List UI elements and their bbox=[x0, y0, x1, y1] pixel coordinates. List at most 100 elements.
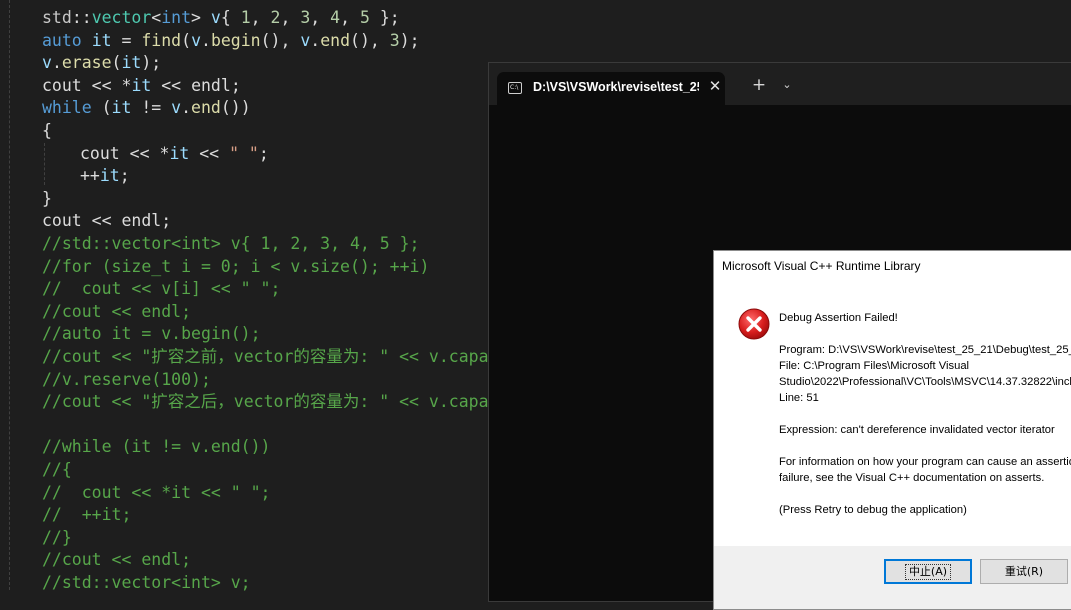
code-token: << bbox=[119, 143, 160, 163]
code-token: vector bbox=[91, 8, 152, 27]
code-token: . bbox=[181, 98, 192, 118]
code-token: std bbox=[42, 8, 72, 27]
expression-text: Expression: can't dereference invalidate… bbox=[779, 424, 1055, 436]
code-token: it bbox=[131, 75, 152, 95]
terminal-icon: C:\ bbox=[508, 82, 522, 94]
retry-button[interactable]: 重试(R) bbox=[980, 559, 1068, 584]
code-token: ( bbox=[91, 98, 112, 118]
code-token: cout bbox=[42, 211, 82, 231]
code-token: ++ bbox=[80, 166, 100, 186]
abort-button[interactable]: 中止(A) bbox=[884, 559, 972, 584]
code-token: . bbox=[51, 53, 62, 73]
indent-guide-inner bbox=[44, 143, 45, 185]
code-line: //cout << endl; bbox=[42, 301, 191, 324]
code-token: * bbox=[121, 75, 132, 95]
code-token: //v.reserve(100); bbox=[42, 369, 211, 389]
code-token: // cout << *it << " "; bbox=[42, 482, 271, 502]
chevron-down-icon[interactable]: ⌄ bbox=[777, 75, 797, 95]
code-token: v bbox=[42, 53, 52, 73]
line-number: Line: 51 bbox=[779, 392, 819, 404]
code-token: , bbox=[310, 8, 331, 27]
code-token: << bbox=[151, 75, 192, 95]
code-token: ; bbox=[161, 211, 172, 231]
code-token: 2 bbox=[270, 8, 281, 27]
code-line: { bbox=[42, 120, 52, 143]
code-token: * bbox=[159, 143, 170, 163]
code-token: { bbox=[42, 121, 52, 140]
code-token: //while (it != v.end()) bbox=[42, 437, 271, 457]
program-path: Program: D:\VS\VSWork\revise\test_25_21\… bbox=[779, 344, 1071, 356]
code-token: != bbox=[131, 98, 172, 118]
indent-guide bbox=[9, 0, 10, 590]
new-tab-icon[interactable]: + bbox=[749, 75, 769, 95]
code-line: //cout << "扩容之后，vector的容量为: " << v.capa bbox=[42, 391, 489, 414]
error-icon bbox=[738, 308, 770, 340]
code-token: ); bbox=[141, 53, 162, 73]
code-token: << bbox=[81, 211, 122, 231]
dialog-button-bar: 中止(A) 重试(R) bbox=[714, 546, 1071, 609]
terminal-tab-bar: C:\ D:\VS\VSWork\revise\test_25_ ✕ + ⌄ bbox=[489, 63, 1071, 105]
info-text-line2: failure, see the Visual C++ documentatio… bbox=[779, 472, 1045, 484]
code-token: cout bbox=[42, 75, 82, 95]
retry-hint: (Press Retry to debug the application) bbox=[779, 504, 967, 516]
code-line: // ++it; bbox=[42, 504, 131, 527]
code-line: v.erase(it); bbox=[42, 52, 161, 75]
code-line: ++it; bbox=[80, 165, 130, 188]
code-line: //while (it != v.end()) bbox=[42, 436, 270, 459]
code-token: begin bbox=[210, 30, 261, 50]
code-token: . bbox=[310, 30, 321, 50]
code-token: //cout << endl; bbox=[42, 550, 192, 570]
code-line: //std::vector<int> v; bbox=[42, 572, 251, 595]
code-token: erase bbox=[61, 53, 112, 73]
close-icon[interactable]: ✕ bbox=[705, 76, 725, 96]
code-line: cout << *it << endl; bbox=[42, 75, 241, 98]
code-line: std::vector<int> v{ 1, 2, 3, 4, 5 }; bbox=[42, 7, 400, 30]
code-line: //cout << endl; bbox=[42, 549, 191, 572]
code-line: while (it != v.end()) bbox=[42, 97, 251, 120]
code-line: //auto it = v.begin(); bbox=[42, 323, 261, 346]
code-token: it bbox=[169, 143, 190, 163]
code-line: //v.reserve(100); bbox=[42, 369, 211, 392]
dialog-titlebar[interactable]: Microsoft Visual C++ Runtime Library bbox=[714, 251, 1071, 282]
dialog-content: Debug Assertion Failed! Program: D:\VS\V… bbox=[714, 282, 1071, 546]
file-path-line2: Studio\2022\Professional\VC\Tools\MSVC\1… bbox=[779, 376, 1071, 388]
code-token: ; bbox=[258, 143, 269, 163]
code-token: v bbox=[191, 30, 201, 50]
code-token: // cout << v[i] << " "; bbox=[42, 279, 281, 299]
code-token: } bbox=[42, 188, 52, 208]
code-token: // ++it; bbox=[42, 505, 132, 525]
code-token: //for (size_t i = 0; i < v.size(); ++i) bbox=[42, 256, 430, 276]
code-line: // cout << v[i] << " "; bbox=[42, 278, 280, 301]
code-token: << bbox=[189, 143, 230, 163]
code-token: ( bbox=[111, 53, 122, 73]
code-token: //auto it = v.begin(); bbox=[42, 324, 261, 344]
code-line: cout << *it << " "; bbox=[80, 143, 269, 166]
code-token: find bbox=[141, 30, 182, 50]
code-token: 5 bbox=[359, 8, 370, 27]
code-token: :: bbox=[71, 8, 92, 27]
code-line: } bbox=[42, 188, 52, 211]
abort-button-label: 中止(A) bbox=[904, 564, 952, 580]
code-token: it bbox=[99, 166, 120, 186]
code-line: //} bbox=[42, 527, 72, 550]
code-token: 1 bbox=[240, 8, 251, 27]
code-line: cout << endl; bbox=[42, 210, 171, 233]
code-token: v bbox=[210, 8, 221, 27]
code-line: //{ bbox=[42, 459, 72, 482]
code-line: auto it = find(v.begin(), v.end(), 3); bbox=[42, 30, 420, 53]
code-token: end bbox=[191, 98, 221, 118]
code-token: //cout << "扩容之前，vector的容量为: " << v.capa bbox=[42, 347, 489, 366]
code-token: ()) bbox=[220, 98, 251, 118]
code-line: //cout << "扩容之前，vector的容量为: " << v.capa bbox=[42, 346, 489, 369]
code-token: it bbox=[91, 30, 112, 50]
terminal-tab[interactable]: C:\ D:\VS\VSWork\revise\test_25_ ✕ bbox=[497, 72, 725, 105]
code-token: , bbox=[280, 8, 301, 27]
code-token: v bbox=[300, 30, 311, 50]
code-line: //for (size_t i = 0; i < v.size(); ++i) bbox=[42, 256, 429, 279]
code-token: //std::vector<int> v; bbox=[42, 573, 251, 592]
code-token: v bbox=[171, 98, 182, 118]
info-text-line1: For information on how your program can … bbox=[779, 456, 1071, 468]
code-token: while bbox=[42, 98, 92, 118]
terminal-tab-title: D:\VS\VSWork\revise\test_25_ bbox=[533, 80, 699, 94]
